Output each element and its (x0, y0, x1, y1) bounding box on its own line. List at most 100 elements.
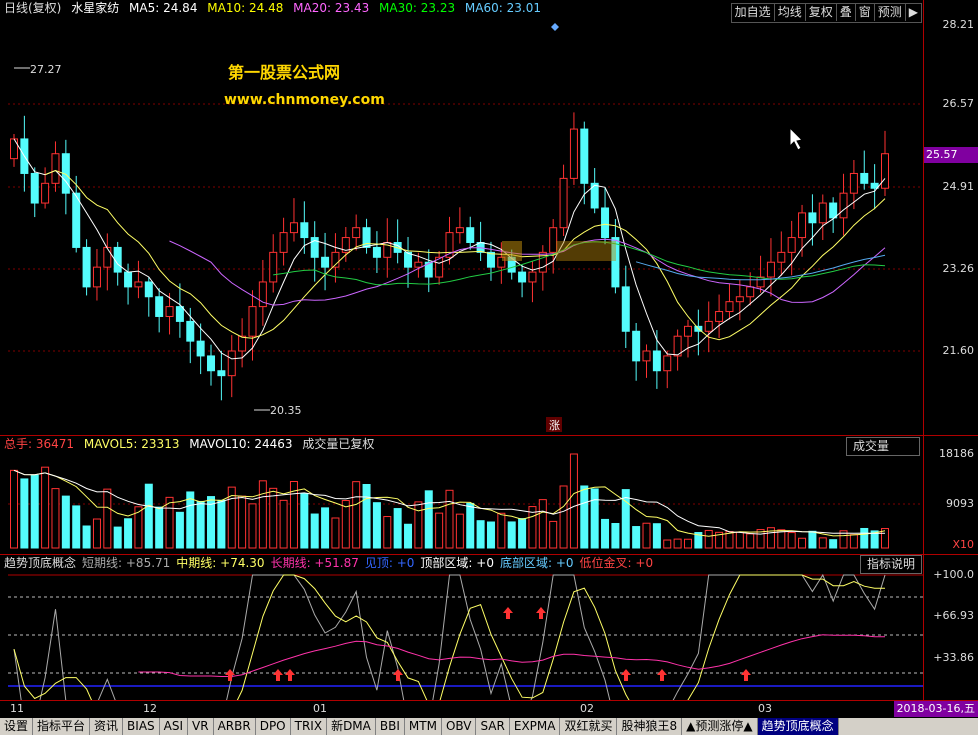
tab-forecast-limit-up[interactable]: ▲预测涨停▲ (682, 718, 758, 735)
volume-bar (569, 453, 578, 549)
golden-cross-arrow-icon (741, 669, 751, 681)
volume-bar (673, 538, 682, 549)
tab-indicator-platform[interactable]: 指标平台 (33, 718, 91, 735)
golden-cross-arrow-icon (285, 669, 295, 681)
golden-cross-arrow-icon (621, 669, 631, 681)
indicator-axis-label: +33.86 (933, 651, 974, 664)
volume-bar (82, 525, 91, 549)
candle-body (486, 251, 495, 268)
time-axis-label: 01 (313, 702, 327, 715)
tab-double-red-buy[interactable]: 双红就买 (560, 718, 618, 735)
volume-bar (279, 499, 288, 549)
candle-body (196, 340, 205, 357)
candle-body (518, 271, 527, 283)
tab-trix[interactable]: TRIX (291, 718, 328, 735)
golden-cross-arrow-icon (273, 669, 283, 681)
volume-bar (321, 507, 330, 549)
volume-bar (787, 532, 796, 549)
volume-bar (486, 521, 495, 549)
golden-cross-arrows (225, 607, 751, 681)
volume-bar (455, 513, 464, 549)
volume-bar (341, 500, 350, 549)
candle-body (227, 350, 236, 377)
price-axis-label: 23.26 (942, 262, 975, 275)
indicator-axis-label: +100.0 (933, 568, 974, 581)
candle-body (642, 350, 651, 362)
candle-body (569, 128, 578, 179)
tab-vr[interactable]: VR (188, 718, 214, 735)
volume-bar (424, 490, 433, 549)
volume-bar (331, 517, 340, 549)
limit-up-badge: 涨 (549, 419, 560, 432)
candle-body (652, 350, 661, 372)
price-gridlines (8, 103, 924, 352)
volume-chart[interactable] (0, 436, 924, 554)
tab-bbi[interactable]: BBI (376, 718, 405, 735)
candle-body (663, 355, 672, 372)
price-pane: 日线(复权) 水星家纺 MA5: 24.84 MA10: 24.48 MA20:… (0, 0, 978, 435)
volume-bar (683, 538, 692, 549)
volume-bar (300, 493, 309, 549)
mid-line (13, 574, 885, 700)
volume-bar (269, 487, 278, 549)
tab-bias[interactable]: BIAS (123, 718, 160, 735)
volume-bar (466, 502, 475, 549)
tab-asi[interactable]: ASI (160, 718, 189, 735)
volume-bar (611, 523, 620, 549)
candle-body (51, 153, 60, 184)
volume-bar (818, 537, 827, 549)
tab-obv[interactable]: OBV (442, 718, 477, 735)
volume-bar (538, 499, 547, 549)
golden-cross-arrow-icon (536, 607, 546, 619)
candle-body (549, 227, 558, 253)
tab-stock-god-wolf[interactable]: 股神狼王8 (617, 718, 683, 735)
volume-bar (445, 489, 454, 549)
indicator-axis-label: +66.93 (933, 609, 974, 622)
candle-body (134, 281, 143, 288)
candle-body (818, 202, 827, 224)
candle-body (580, 128, 589, 184)
candle-body (746, 286, 755, 298)
tab-news[interactable]: 资讯 (90, 718, 124, 735)
candle-body (321, 256, 330, 268)
candle-body (155, 296, 164, 317)
candle-body (683, 325, 692, 337)
volume-bar (507, 521, 516, 549)
candle-body (124, 271, 133, 288)
volume-bar (372, 502, 381, 549)
tab-trend-top-bottom[interactable]: 趋势顶底概念 (757, 718, 839, 735)
highlight-box (502, 241, 522, 261)
volume-bar (217, 499, 226, 549)
indicator-chart[interactable] (0, 555, 924, 700)
candle-body (72, 192, 81, 248)
tab-sar[interactable]: SAR (476, 718, 510, 735)
candle-body (839, 192, 848, 219)
volume-bar (165, 496, 174, 549)
candle-body (279, 232, 288, 253)
golden-cross-arrow-icon (503, 607, 513, 619)
candle-body (103, 246, 112, 268)
tab-new-dma[interactable]: 新DMA (327, 718, 376, 735)
candle-body (207, 355, 216, 372)
time-axis-label: 12 (143, 702, 157, 715)
golden-cross-arrow-icon (393, 669, 403, 681)
price-axis-label: 24.91 (942, 180, 975, 193)
volume-bar (735, 531, 744, 549)
candlestick-chart[interactable]: 27.27 20.35 第一股票公式网 www.chnmoney.com 涨 (0, 0, 924, 435)
candle-body (777, 251, 786, 263)
tab-expma[interactable]: EXPMA (510, 718, 561, 735)
candle-body (787, 237, 796, 253)
watermark-url: www.chnmoney.com (224, 92, 385, 108)
volume-bar (175, 511, 184, 549)
candle-body (41, 182, 50, 204)
time-axis-label: 03 (758, 702, 772, 715)
tab-dpo[interactable]: DPO (256, 718, 291, 735)
tab-arbr[interactable]: ARBR (214, 718, 256, 735)
volume-bar (414, 501, 423, 549)
candle-body (766, 261, 775, 278)
tab-mtm[interactable]: MTM (405, 718, 442, 735)
candle-body (144, 281, 153, 298)
volume-bar (196, 500, 205, 549)
tab-settings[interactable]: 设置 (0, 718, 34, 735)
volume-bar (746, 533, 755, 549)
